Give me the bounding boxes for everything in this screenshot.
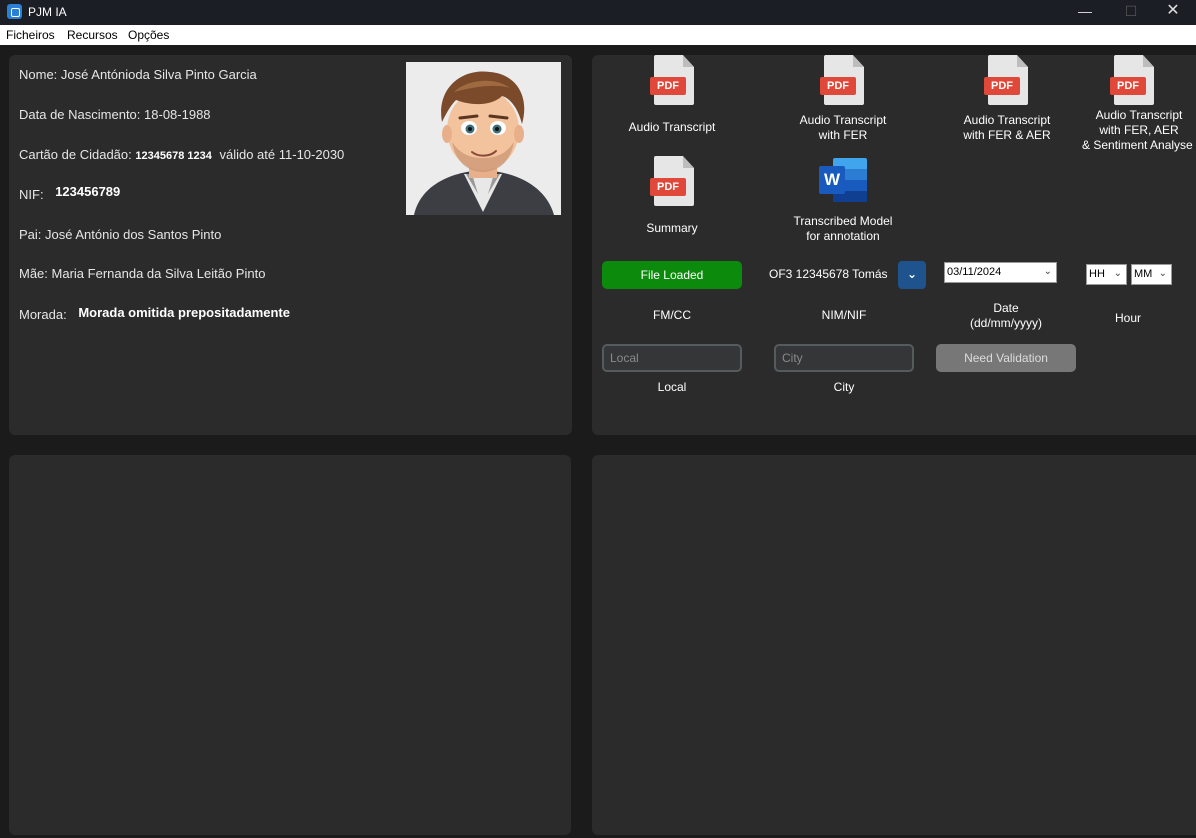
date-input[interactable]: 03/11/2024 ⌄ xyxy=(944,262,1057,283)
city-placeholder: City xyxy=(782,351,803,365)
father-label: Pai: xyxy=(19,227,42,242)
word-icon[interactable]: W xyxy=(819,156,869,206)
local-label: Local xyxy=(657,380,687,394)
avatar-illustration xyxy=(406,62,561,215)
bottom-right-panel xyxy=(592,455,1196,835)
name-value: José Antónioda Silva Pinto Garcia xyxy=(60,67,257,82)
pdf-badge: PDF xyxy=(1110,77,1146,95)
controls-panel: PDF Audio Transcript PDF Audio Transcrip… xyxy=(592,55,1196,435)
file-label-transcribed-model[interactable]: Transcribed Model for annotation xyxy=(788,214,898,244)
need-validation-button[interactable]: Need Validation xyxy=(936,344,1076,372)
pdf-icon[interactable]: PDF xyxy=(650,156,694,206)
hour-label: Hour xyxy=(1114,311,1141,325)
pdf-badge: PDF xyxy=(820,77,856,95)
word-badge: W xyxy=(819,166,845,194)
address-row: Morada: Morada omitida prepositadamente xyxy=(19,305,290,322)
nif-value: 123456789 xyxy=(55,184,121,199)
cc-label: Cartão de Cidadão: xyxy=(19,147,132,162)
birth-value: 18-08-1988 xyxy=(144,107,211,122)
nim-label: NIM/NIF xyxy=(821,308,867,322)
mother-value: Maria Fernanda da Silva Leitão Pinto xyxy=(51,266,266,281)
local-placeholder: Local xyxy=(610,351,639,365)
pdf-icon[interactable]: PDF xyxy=(1110,55,1154,105)
address-value: Morada omitida prepositadamente xyxy=(78,305,290,320)
chevron-down-icon: ⌄ xyxy=(1043,266,1052,277)
app-icon xyxy=(7,4,22,19)
cc-valid-label: válido até xyxy=(219,147,276,162)
mother-row: Mãe: Maria Fernanda da Silva Leitão Pint… xyxy=(19,266,265,281)
name-label: Nome: xyxy=(19,67,58,82)
title-bar: PJM IA — ☐ ✕ xyxy=(0,0,1196,25)
menu-recursos[interactable]: Recursos xyxy=(67,28,118,42)
nim-dropdown-button[interactable]: ⌄ xyxy=(898,261,926,289)
hour-select[interactable]: HH ⌄ xyxy=(1086,264,1127,285)
file-label-summary[interactable]: Summary xyxy=(622,221,722,236)
cc-value: 12345678 1234 xyxy=(135,150,212,162)
pdf-badge: PDF xyxy=(650,178,686,196)
pdf-icon[interactable]: PDF xyxy=(984,55,1028,105)
mother-label: Mãe: xyxy=(19,266,48,281)
fmcc-label: FM/CC xyxy=(653,308,691,322)
birth-row: Data de Nascimento: 18-08-1988 xyxy=(19,107,211,122)
pdf-icon[interactable]: PDF xyxy=(820,55,864,105)
menu-bar: Ficheiros Recursos Opções xyxy=(0,25,1196,45)
nif-row: NIF: 123456789 xyxy=(19,184,120,202)
file-label-audio-transcript[interactable]: Audio Transcript xyxy=(622,120,722,135)
name-row: Nome: José Antónioda Silva Pinto Garcia xyxy=(19,67,257,82)
avatar xyxy=(406,62,561,215)
city-input[interactable]: City xyxy=(774,344,914,372)
date-value: 03/11/2024 xyxy=(947,266,1002,278)
local-input[interactable]: Local xyxy=(602,344,742,372)
close-button[interactable]: ✕ xyxy=(1150,0,1196,25)
minimize-button[interactable]: — xyxy=(1062,0,1108,25)
cc-valid-value: 11-10-2030 xyxy=(278,147,345,162)
nif-label: NIF: xyxy=(19,187,44,202)
chevron-down-icon: ⌄ xyxy=(1158,268,1167,279)
chevron-down-icon: ⌄ xyxy=(906,267,918,281)
city-label: City xyxy=(833,380,855,394)
address-label: Morada: xyxy=(19,307,67,322)
cc-row: Cartão de Cidadão: 12345678 1234 válido … xyxy=(19,147,344,162)
date-label: Date (dd/mm/yyyy) xyxy=(970,301,1042,330)
file-label-audio-transcript-fer-aer[interactable]: Audio Transcript with FER & AER xyxy=(952,113,1062,143)
file-label-audio-transcript-sentiment[interactable]: Audio Transcript with FER, AER & Sentime… xyxy=(1082,108,1196,153)
pdf-badge: PDF xyxy=(984,77,1020,95)
chevron-down-icon: ⌄ xyxy=(1113,268,1122,279)
father-value: José António dos Santos Pinto xyxy=(45,227,222,242)
window-title: PJM IA xyxy=(28,5,67,19)
maximize-button[interactable]: ☐ xyxy=(1108,0,1154,25)
hour-value: HH xyxy=(1089,268,1105,280)
menu-ficheiros[interactable]: Ficheiros xyxy=(6,28,55,42)
person-info-panel: Nome: José Antónioda Silva Pinto Garcia … xyxy=(9,55,572,435)
minute-value: MM xyxy=(1134,268,1153,280)
birth-label: Data de Nascimento: xyxy=(19,107,141,122)
pdf-badge: PDF xyxy=(650,77,686,95)
father-row: Pai: José António dos Santos Pinto xyxy=(19,227,221,242)
file-loaded-button[interactable]: File Loaded xyxy=(602,261,742,289)
minute-select[interactable]: MM ⌄ xyxy=(1131,264,1172,285)
nim-combo-value[interactable]: OF3 12345678 Tomás xyxy=(769,267,888,281)
bottom-left-panel xyxy=(9,455,571,835)
pdf-icon[interactable]: PDF xyxy=(650,55,694,105)
menu-opcoes[interactable]: Opções xyxy=(128,28,169,42)
file-label-audio-transcript-fer[interactable]: Audio Transcript with FER xyxy=(788,113,898,143)
